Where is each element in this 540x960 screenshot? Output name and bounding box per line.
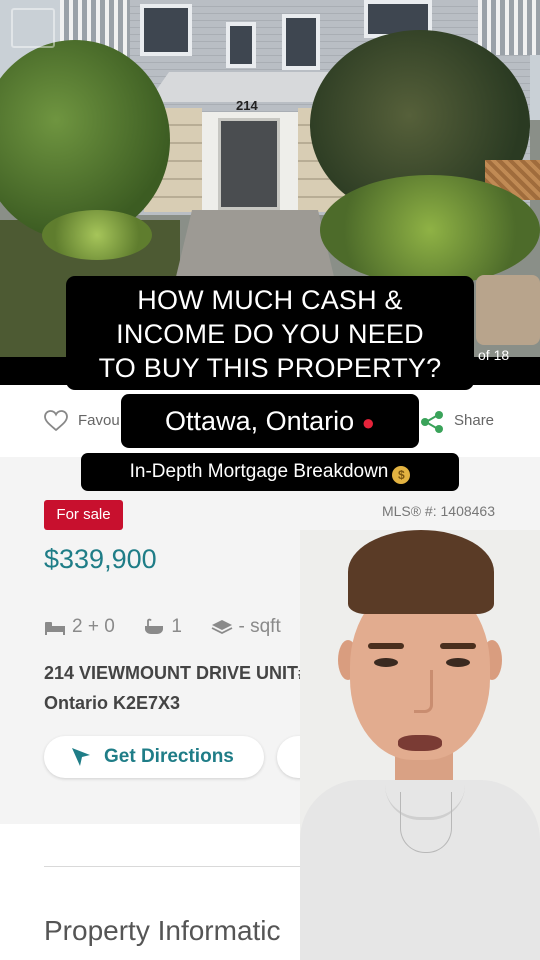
listing-address: 214 VIEWMOUNT DRIVE UNIT#102 Ontario K2E… bbox=[44, 658, 338, 718]
headline-line-1: HOW MUCH CASH & bbox=[137, 285, 403, 315]
presenter-eyebrow bbox=[368, 643, 404, 649]
subtitle-caption: In-Depth Mortgage Breakdown $ bbox=[81, 453, 459, 491]
balcony-railing bbox=[478, 0, 540, 55]
realtor-logo bbox=[4, 8, 62, 68]
shrub bbox=[320, 175, 540, 285]
building-number: 214 bbox=[236, 98, 258, 113]
presenter-necklace bbox=[400, 792, 452, 853]
location-caption: Ottawa, Ontario ● bbox=[121, 394, 419, 448]
building-window bbox=[140, 4, 192, 56]
location-text: Ottawa, Ontario bbox=[165, 406, 355, 436]
subtitle-text: In-Depth Mortgage Breakdown bbox=[129, 461, 389, 482]
round-pushpin-icon: ● bbox=[361, 410, 375, 435]
property-information-heading: Property Informatic bbox=[44, 915, 281, 946]
headline-caption: HOW MUCH CASH & INCOME DO YOU NEED TO BU… bbox=[66, 276, 474, 390]
hosta-plant bbox=[42, 210, 152, 260]
address-line-1: 214 VIEWMOUNT DRIVE UNIT#102 bbox=[44, 663, 339, 683]
status-badge: For sale bbox=[44, 500, 123, 530]
photo-counter: of 18 bbox=[478, 347, 510, 363]
address-line-2: Ontario K2E7X3 bbox=[44, 693, 181, 713]
headline-line-2: INCOME DO YOU NEED bbox=[116, 319, 424, 349]
favourite-label[interactable]: Favou bbox=[78, 412, 120, 429]
get-directions-button[interactable]: Get Directions bbox=[44, 736, 264, 778]
heart-icon[interactable] bbox=[44, 410, 68, 432]
share-label[interactable]: Share bbox=[454, 412, 494, 429]
presenter-video bbox=[300, 530, 540, 960]
presenter-mouth bbox=[398, 735, 442, 751]
bathroom-count: 1 bbox=[171, 616, 182, 637]
bedroom-count: 2 + 0 bbox=[72, 616, 115, 637]
layers-icon bbox=[211, 620, 232, 635]
square-footage: - sqft bbox=[238, 616, 281, 637]
building-window bbox=[226, 22, 256, 68]
building-window bbox=[282, 14, 320, 70]
navigation-arrow-icon bbox=[72, 748, 90, 766]
presenter-hair bbox=[348, 530, 494, 614]
listing-price: $339,900 bbox=[44, 544, 157, 574]
presenter-eye bbox=[446, 658, 470, 667]
presenter-eye bbox=[374, 658, 398, 667]
presenter-eyebrow bbox=[440, 643, 476, 649]
mls-number: MLS® #: 1408463 bbox=[381, 503, 495, 519]
bed-icon bbox=[45, 622, 65, 635]
presenter-nose bbox=[414, 670, 433, 713]
get-directions-label: Get Directions bbox=[104, 746, 234, 767]
bathtub-icon bbox=[145, 618, 164, 634]
entrance-door bbox=[218, 118, 280, 210]
stone-planter bbox=[476, 275, 540, 345]
share-icon[interactable] bbox=[420, 410, 444, 434]
money-bag-icon: $ bbox=[392, 466, 411, 484]
headline-line-3: TO BUY THIS PROPERTY? bbox=[98, 353, 442, 383]
